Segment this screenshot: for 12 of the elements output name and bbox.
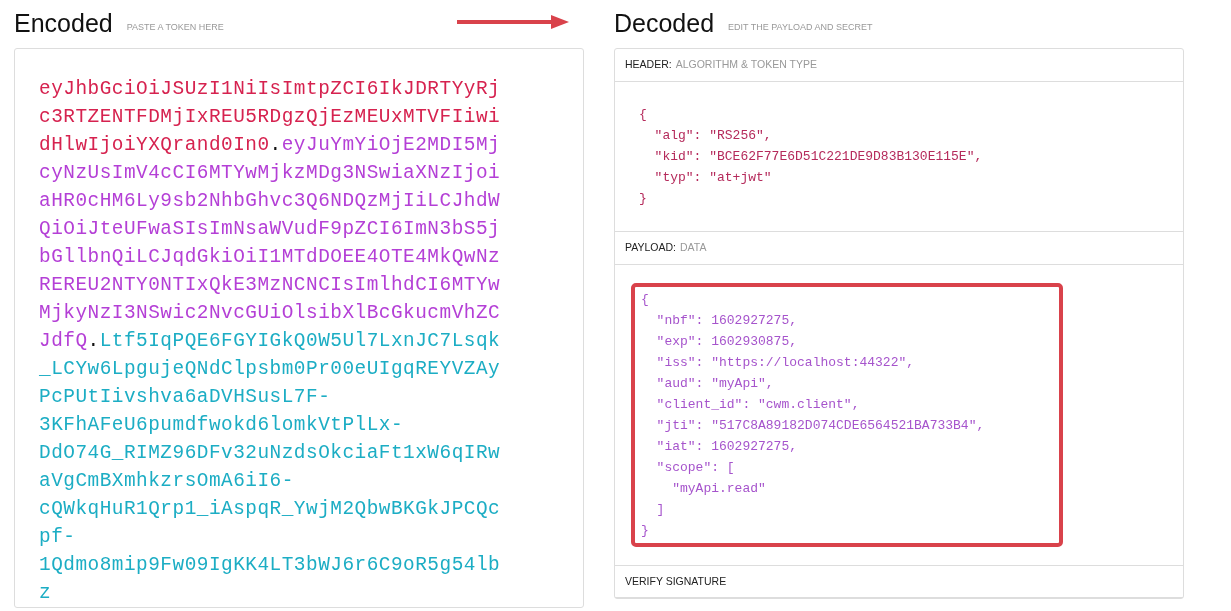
section-label: PAYLOAD:	[625, 240, 676, 253]
section-label: VERIFY SIGNATURE	[625, 574, 727, 587]
section-title: Encoded	[14, 11, 113, 36]
section-title: Decoded	[614, 11, 715, 36]
section-hint: EDIT THE PAYLOAD AND SECRET	[728, 20, 873, 34]
header-json[interactable]: { "alg": "RS256", "kid": "BCE62F77E6D51C221DE9D83B130E115E", "typ": "at+jwt" }	[639, 103, 1159, 209]
section-label: HEADER:	[625, 58, 672, 70]
payload-json[interactable]: { "nbf": 1602927275, "exp": 1602930875, "iss": "https://localhost:44322", "aud": "myApi", "client_id": "cwm.client", "jti": "517C8A89182D074CDE6564521BA733B4", "iat": 1602927275, "scope": [ "myApi.read" ] }	[641, 288, 1053, 541]
section-sublabel: ALGORITHM & TOKEN TYPE	[675, 58, 817, 70]
token-text: eyJhbGciOiJSUzI1NiIsImtpZCI6IkJDRTYyRjc3RTZENTFDMjIxREU5RDgzQjEzMEUxMTVFIiwidHlwIjoiYXQrand0In0.eyJuYmYiOjE2MDI5MjcyNzUsImV4cCI6MTYwMjkzMDg3NSwiaXNzIjoiaHR0cHM6Ly9sb2NhbGhvc3Q6NDQzMjIiLCJhdWQiOiJteUFwaSIsImNsaWVudF9pZCI6ImN3bS5jbGllbnQiLCJqdGkiOiI1MTdDOEE4OTE4MkQwNzREREU2NTY0NTIxQkE3MzNCNCIsImlhdCI6MTYwMjkyNzI3NSwic2NvcGUiOlsibXlBcGkucmVhZCJdfQ.Ltf5IqPQE6FGYIGkQ0W5Ul7LxnJC7Lsqk_LCYw6LpgujeQNdClpsbm0Pr00eUIgqREYVZAyPcPUtIivshva6aDVHSusL7F-3KFhAFeU6pumdfwokd6lomkVtPlLx-DdO74G_RIMZ96DFv32uNzdsOkciaFt1xW6qIRwaVgCmBXmhkzrsOmA6iI6-cQWkqHuR1Qrp1_iAspqR_YwjM2QbwBKGkJPCQcpf-1Qdmo8mip9Fw09IgKK4LT3bWJ6r6C9oR5g54lbz	[39, 77, 502, 606]
section-sublabel: DATA	[679, 240, 707, 253]
section-hint: PASTE A TOKEN HERE	[126, 20, 224, 34]
